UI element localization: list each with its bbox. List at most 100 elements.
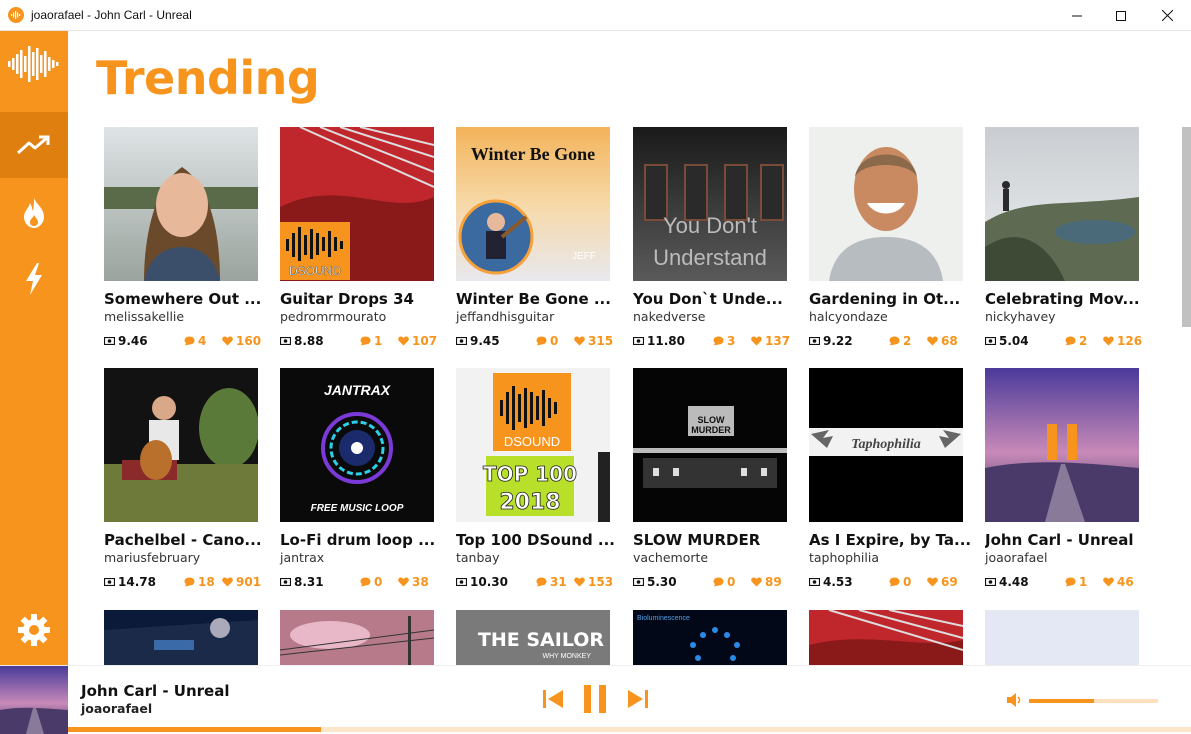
track-user[interactable]: mariusfebruary: [104, 550, 200, 565]
payout-icon: [985, 337, 996, 345]
heart-icon: [222, 577, 233, 587]
maximize-button[interactable]: [1098, 0, 1144, 31]
track-stats: 4.48 1 46: [985, 575, 1141, 591]
track-card[interactable]: [280, 610, 436, 665]
track-card[interactable]: Winter Be Gone JEFF Winter Be Gone ... j…: [456, 127, 613, 359]
track-title: You Don`t Unde...: [633, 290, 783, 308]
comments-stat: 4: [184, 334, 206, 348]
page-title: Trending: [96, 51, 320, 105]
playback-progress[interactable]: [68, 727, 1191, 732]
comment-icon: [360, 336, 371, 346]
now-playing-artwork[interactable]: [0, 666, 68, 734]
track-stats: 9.22 2 68: [809, 334, 965, 350]
likes-stat: 107: [398, 334, 437, 348]
payout-icon: [633, 578, 644, 586]
title-bar: joaorafael - John Carl - Unreal: [0, 0, 1191, 31]
track-card[interactable]: Gardening in Ot... halcyondaze 9.22 2 68: [809, 127, 965, 359]
track-user[interactable]: taphophilia: [809, 550, 879, 565]
track-card[interactable]: DSOUND Guitar Drops 34 pedromrmourato 8.…: [280, 127, 437, 359]
track-card[interactable]: DSOUND TOP 100 2018 Top 100 DSound ... t…: [456, 368, 615, 600]
track-card[interactable]: JANTRAX FREE MUSIC LOOP Lo-Fi drum loop …: [280, 368, 436, 600]
heart-icon: [1103, 336, 1114, 346]
sidebar-item-hot[interactable]: [0, 180, 68, 246]
payout-icon: [809, 337, 820, 345]
track-user[interactable]: melissakellie: [104, 309, 184, 324]
heart-icon: [574, 336, 585, 346]
comment-icon: [184, 336, 195, 346]
track-card[interactable]: Bioluminescence: [633, 610, 789, 665]
track-artwork: [104, 368, 258, 522]
comments-stat: 0: [713, 575, 735, 589]
track-user[interactable]: jantrax: [280, 550, 324, 565]
minimize-button[interactable]: [1054, 0, 1100, 31]
track-card[interactable]: You Don't Understand You Don`t Unde... n…: [633, 127, 790, 359]
track-user[interactable]: nickyhavey: [985, 309, 1056, 324]
track-artwork: [104, 610, 258, 665]
close-button[interactable]: [1144, 0, 1190, 31]
track-user[interactable]: pedromrmourato: [280, 309, 386, 324]
comment-icon: [713, 336, 724, 346]
track-user[interactable]: joaorafael: [985, 550, 1047, 565]
heart-icon: [222, 336, 233, 346]
payout-icon: [104, 337, 115, 345]
track-card[interactable]: SLOW MURDER SLOW MURDER vachemorte 5.30 …: [633, 368, 789, 600]
track-card[interactable]: [104, 610, 260, 665]
views-stat: 9.45: [456, 334, 500, 348]
art-label: 2018: [499, 490, 560, 515]
scrollbar-thumb[interactable]: [1182, 127, 1191, 327]
trending-icon: [17, 135, 50, 155]
track-stats: 8.31 0 38: [280, 575, 436, 591]
track-stats: 9.45 0 315: [456, 334, 613, 350]
track-card[interactable]: [985, 610, 1141, 665]
track-user[interactable]: tanbay: [456, 550, 499, 565]
sidebar-item-new[interactable]: [0, 246, 68, 312]
track-card[interactable]: Pachelbel - Cano... mariusfebruary 14.78…: [104, 368, 262, 600]
app-icon: [8, 7, 24, 23]
track-user[interactable]: vachemorte: [633, 550, 708, 565]
track-title: SLOW MURDER: [633, 531, 761, 549]
skip-next-icon: [628, 690, 648, 708]
track-title: As I Expire, by Ta...: [809, 531, 972, 549]
now-playing-artist[interactable]: joaorafael: [81, 701, 152, 716]
views-stat: 11.80: [633, 334, 685, 348]
track-card[interactable]: John Carl - Unreal joaorafael 4.48 1 46: [985, 368, 1141, 600]
payout-icon: [456, 578, 467, 586]
volume-button[interactable]: [1007, 692, 1023, 712]
art-label: FREE MUSIC LOOP: [311, 503, 404, 514]
comments-stat: 18: [184, 575, 215, 589]
views-stat: 9.46: [104, 334, 148, 348]
views-stat: 8.88: [280, 334, 324, 348]
gear-icon: [18, 614, 50, 646]
settings-button[interactable]: [0, 597, 68, 663]
volume-slider[interactable]: [1029, 699, 1158, 703]
payout-icon: [104, 578, 115, 586]
sidebar: [0, 31, 68, 665]
track-user[interactable]: halcyondaze: [809, 309, 888, 324]
next-button[interactable]: [622, 682, 654, 716]
art-label: DSOUND: [289, 264, 341, 278]
payout-icon: [985, 578, 996, 586]
sidebar-item-trending[interactable]: [0, 112, 68, 178]
track-artwork: Taphophilia: [809, 368, 963, 522]
art-label: JEFF: [572, 251, 596, 262]
window-title: joaorafael - John Carl - Unreal: [31, 8, 192, 22]
track-card[interactable]: Celebrating Mov... nickyhavey 5.04 2 126: [985, 127, 1142, 359]
art-label: DSOUND: [504, 434, 560, 449]
skip-previous-icon: [543, 690, 563, 708]
previous-button[interactable]: [537, 682, 569, 716]
app-logo[interactable]: [0, 31, 68, 97]
track-user[interactable]: jeffandhisguitar: [456, 309, 554, 324]
track-card[interactable]: Taphophilia As I Expire, by Ta... taphop…: [809, 368, 971, 600]
views-stat: 5.04: [985, 334, 1029, 348]
track-stats: 11.80 3 137: [633, 334, 790, 350]
pause-button[interactable]: [579, 682, 611, 716]
track-user[interactable]: nakedverse: [633, 309, 705, 324]
track-card[interactable]: Somewhere Out ... melissakellie 9.46 4 1…: [104, 127, 261, 359]
track-card[interactable]: THE SAILOR WHY MONKEY: [456, 610, 612, 665]
comment-icon: [889, 336, 900, 346]
likes-stat: 160: [222, 334, 261, 348]
likes-stat: 153: [574, 575, 613, 589]
views-stat: 4.53: [809, 575, 853, 589]
track-artwork: Bioluminescence: [633, 610, 787, 665]
track-card[interactable]: [809, 610, 965, 665]
